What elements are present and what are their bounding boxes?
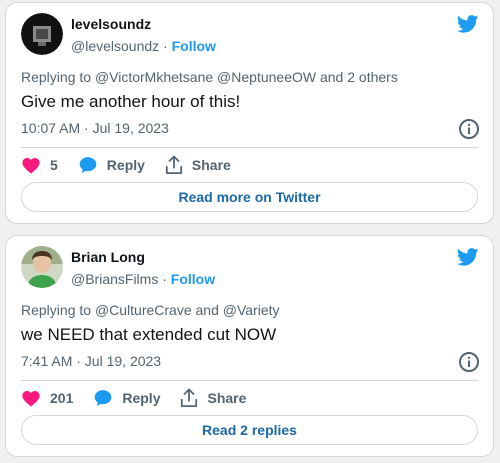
author-handle[interactable]: @levelsoundz bbox=[71, 38, 159, 54]
reply-label: Reply bbox=[106, 157, 145, 173]
author-handle[interactable]: @BriansFilms bbox=[71, 271, 158, 287]
like-button[interactable]: 201 bbox=[21, 389, 73, 407]
replying-suffix[interactable]: and @Variety bbox=[192, 302, 280, 318]
follow-button[interactable]: Follow bbox=[171, 271, 215, 287]
follow-button[interactable]: Follow bbox=[172, 38, 216, 54]
reply-bubble-icon bbox=[79, 157, 97, 173]
tweet-card: levelsoundz @levelsoundz · Follow Replyi… bbox=[5, 2, 494, 224]
like-count: 201 bbox=[50, 390, 74, 406]
avatar[interactable] bbox=[21, 13, 63, 55]
read-replies-button[interactable]: Read 2 replies bbox=[21, 415, 478, 445]
replying-suffix[interactable]: and 2 others bbox=[316, 69, 398, 85]
read-more-button[interactable]: Read more on Twitter bbox=[21, 182, 478, 212]
share-label: Share bbox=[207, 390, 247, 406]
share-button[interactable]: Share bbox=[165, 155, 231, 175]
info-icon[interactable] bbox=[458, 118, 480, 140]
tweet-timestamp[interactable]: 10:07 AM · Jul 19, 2023 bbox=[21, 120, 169, 136]
share-label: Share bbox=[191, 157, 231, 173]
like-button[interactable]: 5 bbox=[21, 156, 58, 174]
reply-button[interactable]: Reply bbox=[78, 155, 145, 175]
action-bar: 201 Reply Share bbox=[21, 387, 266, 409]
author-handle-row: @BriansFilms · Follow bbox=[71, 271, 215, 287]
replying-to-mentions[interactable]: @VictorMkhetsane @NeptuneeOW bbox=[95, 69, 316, 85]
author-name[interactable]: Brian Long bbox=[71, 249, 145, 265]
replying-to-mentions[interactable]: @CultureCrave bbox=[95, 302, 192, 318]
reply-label: Reply bbox=[122, 390, 161, 406]
replying-prefix: Replying to bbox=[21, 302, 95, 318]
twitter-bird-icon[interactable] bbox=[457, 248, 479, 266]
divider bbox=[21, 147, 478, 148]
tweet-text: Give me another hour of this! bbox=[21, 92, 241, 111]
replying-to: Replying to @CultureCrave and @Variety bbox=[21, 302, 280, 318]
replying-to: Replying to @VictorMkhetsane @NeptuneeOW… bbox=[21, 69, 398, 85]
share-icon bbox=[181, 388, 198, 407]
author-handle-row: @levelsoundz · Follow bbox=[71, 38, 216, 54]
tweet-timestamp[interactable]: 7:41 AM · Jul 19, 2023 bbox=[21, 353, 161, 369]
tweet-text: we NEED that extended cut NOW bbox=[21, 325, 277, 344]
reply-bubble-icon bbox=[95, 390, 112, 406]
twitter-bird-icon[interactable] bbox=[457, 15, 479, 33]
heart-icon bbox=[22, 391, 40, 407]
reply-button[interactable]: Reply bbox=[93, 388, 160, 408]
share-icon bbox=[165, 155, 183, 174]
share-button[interactable]: Share bbox=[180, 388, 246, 408]
action-bar: 5 Reply Share bbox=[21, 154, 251, 176]
heart-icon bbox=[22, 158, 40, 174]
divider bbox=[21, 380, 478, 381]
handle-separator: · bbox=[158, 271, 171, 287]
author-name[interactable]: levelsoundz bbox=[71, 16, 151, 32]
avatar[interactable] bbox=[21, 246, 63, 288]
info-icon[interactable] bbox=[458, 351, 480, 373]
handle-separator: · bbox=[159, 38, 172, 54]
replying-prefix: Replying to bbox=[21, 69, 95, 85]
tweet-card: Brian Long @BriansFilms · Follow Replyin… bbox=[5, 235, 494, 457]
like-count: 5 bbox=[50, 157, 58, 173]
